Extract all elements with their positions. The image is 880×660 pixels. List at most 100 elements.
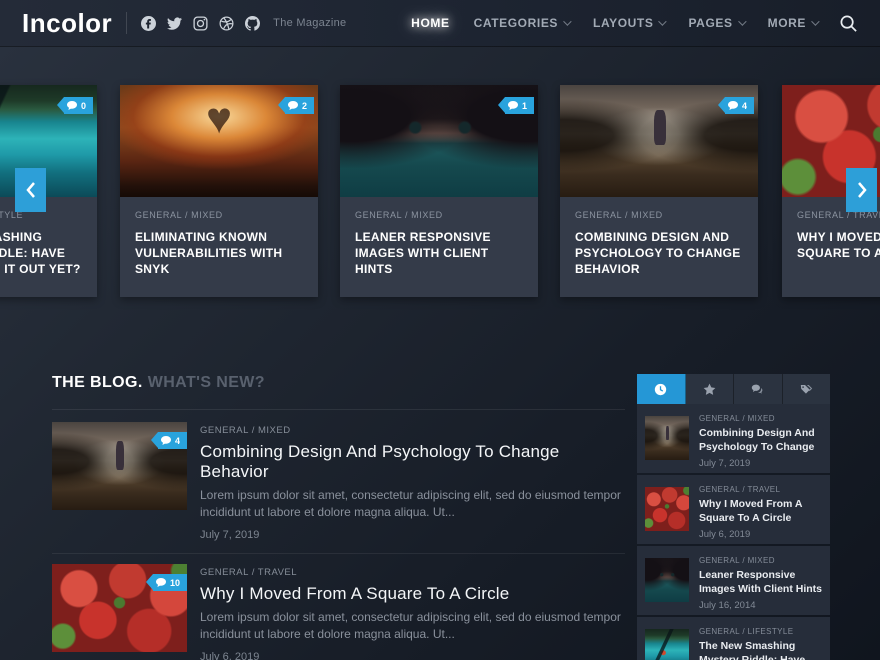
post-image[interactable]: 1 [340,85,538,197]
comment-icon [728,101,738,110]
tab-popular[interactable] [686,374,735,404]
site-logo[interactable]: Incolor [22,8,112,39]
tab-tags[interactable] [783,374,831,404]
chevron-left-icon [25,181,37,199]
nav-categories-label: CATEGORIES [474,16,558,30]
github-icon[interactable] [245,16,260,31]
chevron-down-icon [563,17,571,25]
comment-count: 0 [81,101,86,111]
comment-icon [67,101,77,110]
nav-layouts[interactable]: LAYOUTS [593,16,664,30]
dribbble-icon[interactable] [219,16,234,31]
nav-layouts-label: LAYOUTS [593,16,653,30]
post-title[interactable]: Combining Design And Psychology To Chang… [699,427,822,454]
post-title[interactable]: COMBINING DESIGN AND PSYCHOLOGY TO CHANG… [575,229,743,277]
comment-count: 1 [522,101,527,111]
blog-post[interactable]: 4 GENERAL / MIXED Combining Design And P… [52,422,625,554]
post-category[interactable]: GENERAL / MIXED [575,210,743,220]
post-title[interactable]: THE NEW SMASHING MYSTERY RIDDLE: HAVE YO… [0,229,82,277]
carousel-card[interactable]: 1 GENERAL / MIXED LEANER RESPONSIVE IMAG… [340,85,538,297]
main-nav: HOME CATEGORIES LAYOUTS PAGES MORE [411,16,817,30]
tab-recent[interactable] [637,374,686,404]
comment-icon [508,101,518,110]
comment-count: 2 [302,101,307,111]
widget-post[interactable]: GENERAL / LIFESTYLE The New Smashing Mys… [637,617,830,660]
search-icon[interactable] [839,14,858,33]
nav-home[interactable]: HOME [411,16,449,30]
post-category[interactable]: GENERAL / TRAVEL [200,567,625,578]
comments-badge[interactable]: 4 [158,432,187,449]
carousel-card[interactable]: 4 GENERAL / MIXED COMBINING DESIGN AND P… [560,85,758,297]
nav-pages[interactable]: PAGES [688,16,743,30]
twitter-icon[interactable] [167,16,182,31]
site-tagline: The Magazine [273,17,346,29]
nav-home-label: HOME [411,16,449,30]
blog-heading-muted: WHAT'S NEW? [148,374,265,391]
chevron-down-icon [738,17,746,25]
post-date: July 7, 2019 [200,529,625,541]
post-date: July 6, 2019 [200,651,625,660]
post-excerpt: Lorem ipsum dolor sit amet, consectetur … [200,609,625,643]
post-thumbnail [645,629,689,660]
comments-badge[interactable]: 0 [64,97,93,114]
instagram-icon[interactable] [193,16,208,31]
post-category[interactable]: GENERAL / MIXED [200,425,625,436]
post-thumbnail [645,416,689,460]
post-category[interactable]: GENERAL / MIXED [135,210,303,220]
post-title[interactable]: WHY I MOVED FROM A SQUARE TO A CIRCLE [797,229,880,261]
blog-section-title: THE BLOG.WHAT'S NEW? [52,374,265,392]
post-title[interactable]: Combining Design And Psychology To Chang… [200,442,625,482]
chevron-down-icon [811,17,819,25]
post-title[interactable]: LEANER RESPONSIVE IMAGES WITH CLIENT HIN… [355,229,523,277]
post-title[interactable]: Why I Moved From A Square To A Circle [200,584,625,604]
facebook-icon[interactable] [141,16,156,31]
top-navbar: Incolor The Magazine HOME CATEGORIES LAY… [0,0,880,46]
widget-post[interactable]: GENERAL / MIXED Leaner Responsive Images… [637,546,830,615]
divider [126,12,127,34]
post-title[interactable]: The New Smashing Mystery Riddle: Have Yo… [699,640,822,660]
post-date: July 16, 2014 [699,600,822,611]
post-thumbnail [645,487,689,531]
post-title[interactable]: Why I Moved From A Square To A Circle [699,498,822,525]
comments-badge[interactable]: 1 [505,97,534,114]
clock-icon [654,383,667,396]
comment-icon [161,436,171,445]
carousel-card[interactable]: 2 GENERAL / MIXED ELIMINATING KNOWN VULN… [120,85,318,297]
nav-categories[interactable]: CATEGORIES [474,16,569,30]
comment-count: 4 [175,436,180,446]
nav-pages-label: PAGES [688,16,732,30]
comment-count: 4 [742,101,747,111]
comment-count: 10 [170,578,180,588]
tab-comments[interactable] [734,374,783,404]
post-category[interactable]: GENERAL / MIXED [355,210,523,220]
comments-icon [751,383,764,396]
comment-icon [288,101,298,110]
post-category: GENERAL / TRAVEL [699,485,822,494]
nav-more[interactable]: MORE [768,16,817,30]
post-title[interactable]: ELIMINATING KNOWN VULNERABILITIES WITH S… [135,229,303,277]
post-image[interactable]: 4 [560,85,758,197]
widget-post[interactable]: GENERAL / TRAVEL Why I Moved From A Squa… [637,475,830,544]
post-category: GENERAL / MIXED [699,556,822,565]
post-thumbnail[interactable]: 10 [52,564,187,652]
carousel-prev-button[interactable] [15,168,46,212]
widget-tabs [637,374,830,404]
post-date: July 6, 2019 [699,529,822,540]
post-image[interactable]: 2 [120,85,318,197]
chevron-right-icon [856,181,868,199]
comments-badge[interactable]: 4 [725,97,754,114]
blog-post[interactable]: 10 GENERAL / TRAVEL Why I Moved From A S… [52,564,625,660]
comments-badge[interactable]: 2 [285,97,314,114]
widget-post[interactable]: GENERAL / MIXED Combining Design And Psy… [637,404,830,473]
comments-badge[interactable]: 10 [153,574,187,591]
comment-icon [156,578,166,587]
post-category: GENERAL / MIXED [699,414,822,423]
post-thumbnail[interactable]: 4 [52,422,187,510]
carousel-next-button[interactable] [846,168,877,212]
posts-widget: GENERAL / MIXED Combining Design And Psy… [637,374,830,660]
chevron-down-icon [659,17,667,25]
tags-icon [800,383,813,396]
post-title[interactable]: Leaner Responsive Images With Client Hin… [699,569,822,596]
star-icon [703,383,716,396]
social-links [141,16,260,31]
